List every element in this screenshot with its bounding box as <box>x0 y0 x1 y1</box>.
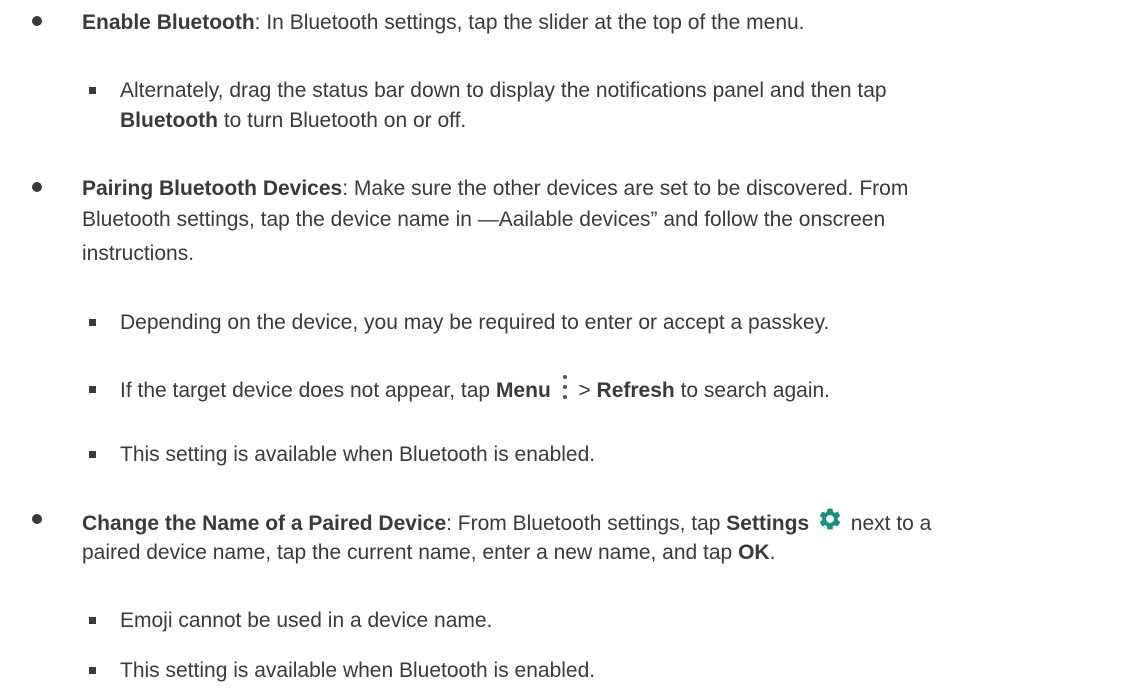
bullet-text: : Make sure the other devices are set to… <box>342 177 909 200</box>
sub-text: If the target device does not appear, ta… <box>120 379 496 402</box>
sub-separator: > <box>572 379 597 402</box>
bullet-dot <box>32 514 42 524</box>
bullet-text: : In Bluetooth settings, tap the slider … <box>254 11 805 34</box>
settings-label: Settings <box>726 512 810 535</box>
sub-bullet-square <box>89 386 96 393</box>
three-dot-vertical-menu-icon <box>559 375 571 403</box>
sub-text-after: to turn Bluetooth on or off. <box>217 109 467 132</box>
bullet-dot <box>32 182 42 192</box>
bullet-continuation: Bluetooth settings, tap the device name … <box>82 208 886 231</box>
sub-bullet-square <box>89 667 96 674</box>
sub-bullet-square <box>89 319 96 326</box>
bullet-label: Enable Bluetooth <box>82 11 255 34</box>
sub-text: This setting is available when Bluetooth… <box>120 659 596 682</box>
sub-text: This setting is available when Bluetooth… <box>120 443 596 466</box>
sub-bullet-square <box>89 451 96 458</box>
menu-label: Menu <box>495 379 551 402</box>
gear-icon <box>819 508 841 530</box>
sub-bullet-square <box>89 617 96 624</box>
bullet-continuation: paired device name, tap the current name… <box>82 541 739 564</box>
bullet-text: : From Bluetooth settings, tap <box>446 512 727 535</box>
sub-bold: Bluetooth <box>120 109 218 132</box>
sub-text-after: to search again. <box>674 379 831 402</box>
bullet-continuation: instructions. <box>82 242 195 265</box>
sub-text: Depending on the device, you may be requ… <box>120 311 830 334</box>
sub-text: Emoji cannot be used in a device name. <box>120 609 493 632</box>
bullet-label: Change the Name of a Paired Device <box>82 512 447 535</box>
ok-label: OK <box>738 541 770 564</box>
sub-text: Alternately, drag the status bar down to… <box>120 79 887 102</box>
bullet-continuation-end: . <box>769 541 776 564</box>
refresh-label: Refresh <box>596 379 675 402</box>
bullet-dot <box>32 16 42 26</box>
sub-bullet-square <box>89 87 96 94</box>
bullet-label: Pairing Bluetooth Devices <box>82 177 343 200</box>
document-page: Enable Bluetooth: In Bluetooth settings,… <box>0 0 1146 698</box>
bullet-text-after: next to a <box>844 512 932 535</box>
